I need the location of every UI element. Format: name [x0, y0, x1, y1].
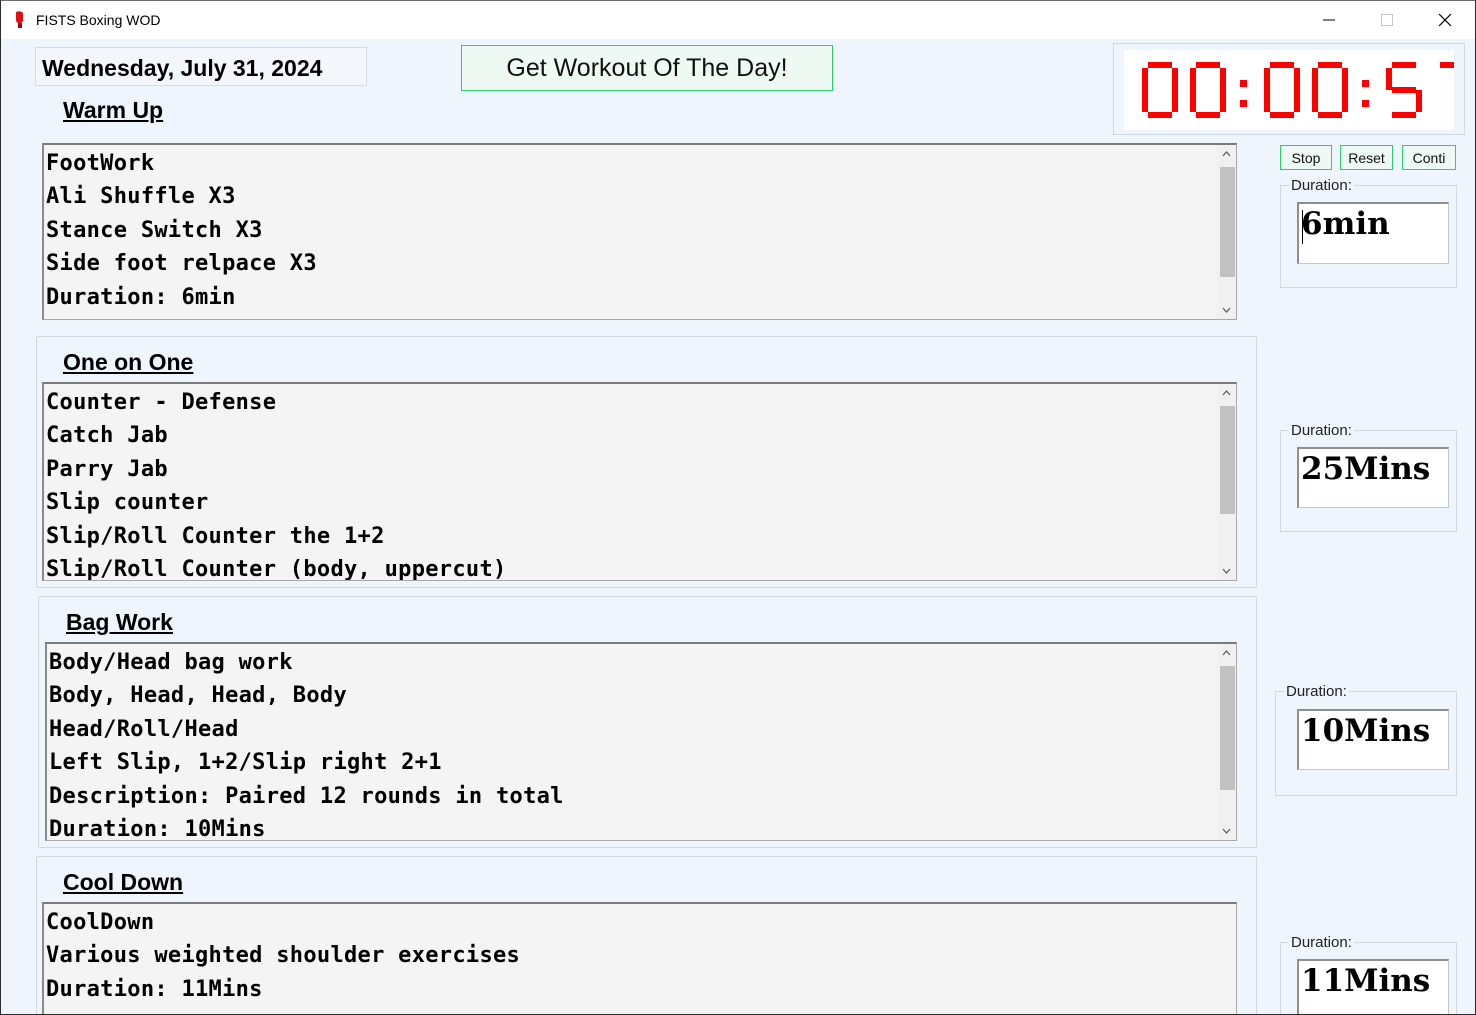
timer-digit-2 [1264, 62, 1300, 118]
warm-up-duration-field[interactable]: 6min [1297, 202, 1449, 264]
boxing-glove-icon [16, 11, 23, 28]
list-item: Various weighted shoulder exercises [46, 943, 521, 968]
warm-up-listbox[interactable]: FootWork Ali Shuffle X3 Stance Switch X3… [42, 143, 1237, 320]
get-workout-button[interactable]: Get Workout Of The Day! [461, 45, 833, 91]
duration-value: 25Mins [1301, 451, 1431, 487]
app-window: FISTS Boxing WOD Wednesday, July 31, 202… [0, 0, 1476, 1015]
list-item: Stance Switch X3 [46, 218, 263, 243]
scroll-down-arrow-icon[interactable] [1217, 301, 1236, 319]
one-on-one-title: One on One [63, 349, 194, 375]
timer-digit-5 [1440, 62, 1454, 68]
date-text: Wednesday, July 31, 2024 [42, 55, 323, 81]
one-on-one-duration-group: Duration: 25Mins [1280, 422, 1457, 532]
window-title: FISTS Boxing WOD [36, 12, 161, 28]
timer-digit-4 [1386, 62, 1422, 118]
continue-button[interactable]: Conti [1402, 145, 1456, 170]
list-item: Catch Jab [46, 423, 168, 448]
warm-up-duration-group: Duration: 6min [1280, 177, 1457, 288]
scrollbar[interactable] [1217, 384, 1236, 580]
date-display: Wednesday, July 31, 2024 [35, 47, 367, 86]
scroll-thumb[interactable] [1220, 167, 1235, 277]
minimize-button[interactable] [1300, 1, 1358, 39]
timer-colon-dot [1240, 80, 1247, 87]
duration-value: 10Mins [1301, 713, 1431, 749]
bag-work-duration-group: Duration: 10Mins [1275, 683, 1457, 796]
scroll-thumb[interactable] [1220, 406, 1235, 514]
duration-label: Duration: [1289, 934, 1354, 951]
list-item: Duration: 6min [46, 285, 236, 310]
list-item: Slip/Roll Counter the 1+2 [46, 524, 385, 549]
list-item: Duration: 11Mins [46, 977, 263, 1002]
list-item: Slip/Roll Counter (body, uppercut) [46, 557, 507, 581]
list-item: Parry Jab [46, 457, 168, 482]
stop-button[interactable]: Stop [1280, 145, 1332, 170]
timer-digit-0 [1142, 62, 1178, 118]
timer-colon-dot [1362, 100, 1369, 107]
scroll-down-arrow-icon[interactable] [1217, 822, 1236, 840]
list-item: Head/Roll/Head [49, 717, 239, 742]
scroll-up-arrow-icon[interactable] [1217, 644, 1236, 662]
timer-digit-3 [1312, 62, 1348, 118]
duration-label: Duration: [1289, 422, 1354, 439]
list-item: Counter - Defense [46, 390, 277, 415]
warm-up-title: Warm Up [63, 97, 164, 123]
timer-display [1124, 50, 1454, 130]
timer-panel [1113, 43, 1465, 135]
list-item: Ali Shuffle X3 [46, 184, 236, 209]
list-item: Body/Head bag work [49, 650, 293, 675]
list-item: Body, Head, Head, Body [49, 683, 347, 708]
cool-down-title: Cool Down [63, 869, 184, 895]
title-bar: FISTS Boxing WOD [1, 1, 1475, 39]
bag-work-duration-field[interactable]: 10Mins [1297, 709, 1449, 770]
list-item: Side foot relpace X3 [46, 251, 317, 276]
cool-down-duration-group: Duration: 11Mins [1280, 934, 1457, 1014]
list-item: Slip counter [46, 490, 209, 515]
scroll-up-arrow-icon[interactable] [1217, 145, 1236, 163]
duration-value: 11Mins [1301, 963, 1431, 999]
cool-down-listbox[interactable]: CoolDown Various weighted shoulder exerc… [42, 902, 1237, 1014]
text-caret [1302, 210, 1303, 244]
close-button[interactable] [1416, 1, 1474, 39]
reset-button[interactable]: Reset [1340, 145, 1393, 170]
scrollbar[interactable] [1217, 644, 1236, 840]
one-on-one-listbox[interactable]: Counter - Defense Catch Jab Parry Jab Sl… [42, 382, 1237, 581]
bag-work-title: Bag Work [66, 609, 173, 635]
list-item: Description: Paired 12 rounds in total [49, 784, 564, 809]
timer-colon-dot [1240, 100, 1247, 107]
scrollbar[interactable] [1217, 145, 1236, 319]
one-on-one-duration-field[interactable]: 25Mins [1297, 447, 1449, 508]
timer-digits [1142, 62, 1454, 118]
close-icon [1438, 13, 1452, 27]
cool-down-duration-field[interactable]: 11Mins [1297, 959, 1449, 1014]
duration-label: Duration: [1289, 177, 1354, 194]
list-item: Duration: 10Mins [49, 817, 266, 841]
timer-colon-dot [1362, 80, 1369, 87]
scroll-thumb[interactable] [1220, 666, 1235, 790]
bag-work-listbox[interactable]: Body/Head bag work Body, Head, Head, Bod… [45, 642, 1237, 841]
minimize-icon [1323, 19, 1335, 21]
scroll-down-arrow-icon[interactable] [1217, 562, 1236, 580]
duration-label: Duration: [1284, 683, 1349, 700]
maximize-button[interactable] [1358, 1, 1416, 39]
list-item: CoolDown [46, 910, 155, 935]
list-item: FootWork [46, 151, 155, 176]
timer-digit-1 [1190, 62, 1226, 118]
scroll-up-arrow-icon[interactable] [1217, 384, 1236, 402]
duration-value: 6min [1301, 206, 1390, 242]
client-area: Wednesday, July 31, 2024 Get Workout Of … [1, 39, 1475, 1014]
list-item: Left Slip, 1+2/Slip right 2+1 [49, 750, 442, 775]
maximize-icon [1381, 14, 1393, 26]
